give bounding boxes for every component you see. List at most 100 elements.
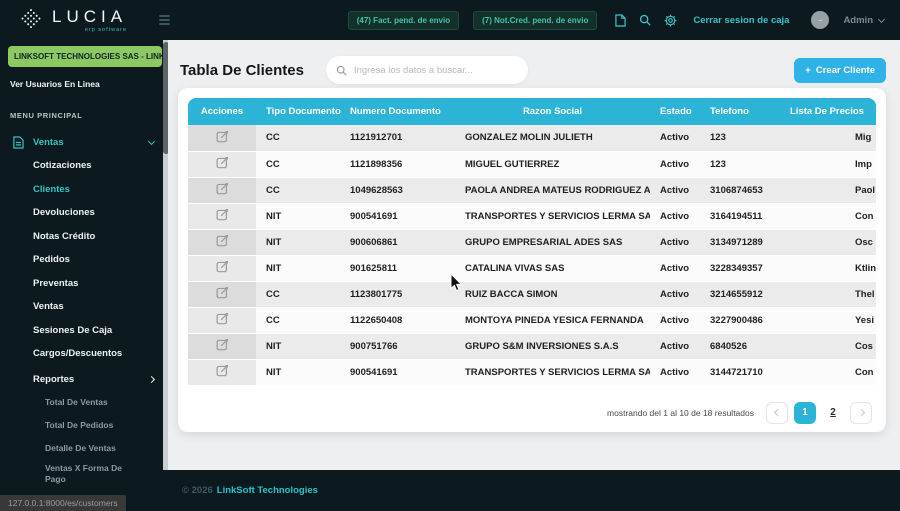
sidebar-item-cargos-descuentos[interactable]: Cargos/Descuentos [0,342,168,366]
column-header-numero-documento: Numero Documento [340,98,455,125]
company-link[interactable]: LinkSoft Technologies [217,485,318,496]
sidebar-item-notas-credito[interactable]: Notas Crédito [0,225,168,249]
create-client-button[interactable]: + Crear Cliente [794,57,886,83]
table-row: CC 1122650408 MONTOYA PINEDA YESICA FERNAN… [188,307,876,334]
pencil-square-icon [216,312,228,325]
sidebar-item-total-de-pedidos[interactable]: Total De Pedidos [0,415,168,438]
content-toolbar: Tabla De Clientes + Crear Cliente [168,40,900,88]
sidebar-item-preventas[interactable]: Preventas [0,272,168,296]
cell-lista: Thel [780,281,876,308]
search-icon[interactable] [639,14,651,26]
reportes-submenu: Total De Ventas Total De Pedidos Detalle… [0,392,168,510]
edit-row-button[interactable] [188,281,256,308]
cell-telefono: 3164194511 [700,203,780,230]
cell-numero: 1121898356 [340,151,455,178]
sidebar-item-ventas[interactable]: Ventas [0,130,168,154]
diamond-logo-icon [21,9,41,29]
sidebar-item-label: Ventas [33,136,64,148]
column-header-lista-de-precios: Lista De Precios [780,98,876,125]
edit-row-button[interactable] [188,359,256,386]
logo-text: LUCIA [52,6,128,26]
avatar[interactable]: – [811,11,830,29]
edit-row-button[interactable] [188,307,256,334]
cell-tipo: NIT [256,359,340,386]
cell-numero: 901625811 [340,255,455,282]
column-header-tipo-documento: Tipo Documento [256,98,341,125]
chevron-down-icon [877,15,886,23]
cell-lista: Imp [780,151,876,178]
edit-row-button[interactable] [188,125,256,152]
sidebar-item-devoluciones[interactable]: Devoluciones [0,201,168,225]
close-cash-session-link[interactable]: Cerrar sesion de caja [693,15,789,26]
cell-lista: Con [780,359,876,386]
pending-invoices-badge[interactable]: (47) Fact. pend. de envio [347,10,460,30]
cell-tipo: CC [256,307,340,334]
table-row: NIT 900541691 TRANSPORTES Y SERVICIOS LERM… [188,203,876,230]
menu-toggle-icon[interactable] [159,15,171,25]
column-header-acciones: Acciones [188,98,256,125]
file-icon[interactable] [615,13,627,27]
edit-row-button[interactable] [188,177,256,204]
next-page-button[interactable] [850,401,872,424]
sidebar-item-cotizaciones[interactable]: Cotizaciones [0,154,168,178]
cell-estado: Activo [650,125,700,152]
table-row: CC 1121898356 MIGUEL GUTIERREZ Activo 123 Imp [188,151,876,178]
cell-estado: Activo [650,177,700,204]
search-icon [336,65,347,76]
edit-row-button[interactable] [188,333,256,360]
cell-tipo: CC [256,151,340,178]
sidebar-item-pedidos[interactable]: Pedidos [0,248,168,272]
sidebar-item-ventas-sub[interactable]: Ventas [0,295,168,319]
sidebar-item-sesiones-de-caja[interactable]: Sesiones De Caja [0,319,168,343]
cell-estado: Activo [650,281,700,308]
prev-page-button[interactable] [766,401,788,424]
online-users-link[interactable]: Ver Usuarios En Linea [10,79,168,89]
gear-icon[interactable] [664,14,677,27]
table-row: NIT 900541691 TRANSPORTES Y SERVICIOS LERM… [188,359,876,386]
user-menu[interactable]: Admin [843,15,886,26]
pending-credit-notes-badge[interactable]: (7) Not.Cred. pend. de envio [473,10,598,30]
cell-estado: Activo [650,203,700,230]
cell-estado: Activo [650,333,700,360]
table-row: CC 1121912701 GONZALEZ MOLIN JULIETH Activo… [188,125,876,152]
pencil-square-icon [216,234,228,247]
chevron-down-icon [147,137,156,145]
cell-telefono: 123 [700,125,780,152]
sidebar-item-detalle-de-ventas[interactable]: Detalle De Ventas [0,438,168,461]
edit-row-button[interactable] [188,229,256,256]
page-2-button[interactable]: 2 [822,401,844,424]
page-1-button[interactable]: 1 [794,401,816,424]
sidebar-item-reportes[interactable]: Reportes [0,368,168,392]
cell-razon: CATALINA VIVAS SAS [455,255,650,282]
cell-tipo: CC [256,281,340,308]
cell-tipo: NIT [256,229,340,256]
cell-tipo: CC [256,177,340,204]
pencil-square-icon [216,260,228,273]
cell-estado: Activo [650,151,700,178]
edit-row-button[interactable] [188,151,256,178]
column-header-estado: Estado [650,98,700,125]
column-header-telefono: Telefono [700,98,780,125]
company-badge[interactable]: LINKSOFT TECHNOLOGIES SAS - LINK [8,46,162,67]
pencil-square-icon [216,130,228,143]
edit-row-button[interactable] [188,203,256,230]
cell-numero: 1122650408 [340,307,455,334]
ventas-submenu: Cotizaciones Clientes Devoluciones Notas… [0,154,168,366]
search-input[interactable] [353,64,518,76]
cell-lista: Mig [780,125,876,152]
cell-razon: RUIZ BACCA SIMON [455,281,650,308]
table-row: CC 1049628563 PAOLA ANDREA MATEUS RODRIGUE… [188,177,876,204]
sidebar-item-clientes[interactable]: Clientes [0,178,168,202]
cell-tipo: NIT [256,333,340,360]
sidebar-item-ventas-x-forma-de-pago[interactable]: Ventas X Forma De Pago [0,461,168,487]
cell-razon: GONZALEZ MOLIN JULIETH [455,125,650,152]
pencil-square-icon [216,156,228,169]
edit-row-button[interactable] [188,255,256,282]
sidebar-item-total-de-ventas[interactable]: Total De Ventas [0,392,168,415]
search-box[interactable] [325,56,528,84]
cell-razon: TRANSPORTES Y SERVICIOS LERMA SAS [455,203,650,230]
cell-lista: Ktlin [780,255,876,282]
cell-telefono: 3144721710 [700,359,780,386]
main-content: Tabla De Clientes + Crear Cliente Accion… [168,40,900,470]
table-row: NIT 900751766 GRUPO S&M INVERSIONES S.A.S A… [188,333,876,360]
